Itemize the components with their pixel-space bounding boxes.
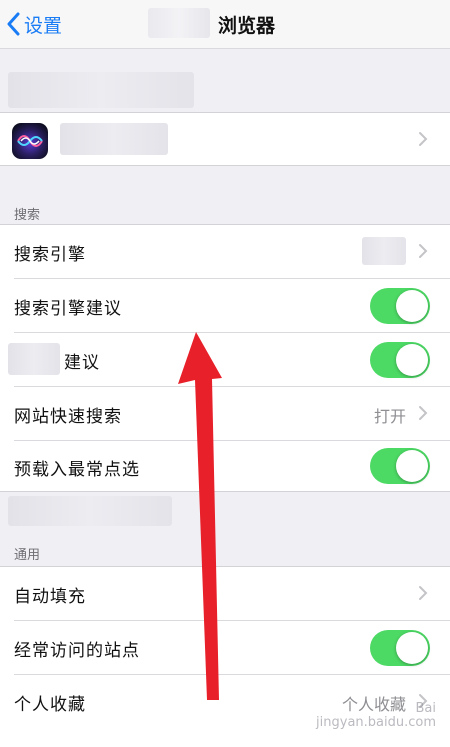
red-arrow-annotation (178, 332, 222, 700)
watermark-line2: jingyan.baidu.com (316, 715, 436, 730)
watermark: Bai jingyan.baidu.com (316, 702, 436, 730)
watermark-line1: Bai (415, 701, 437, 716)
